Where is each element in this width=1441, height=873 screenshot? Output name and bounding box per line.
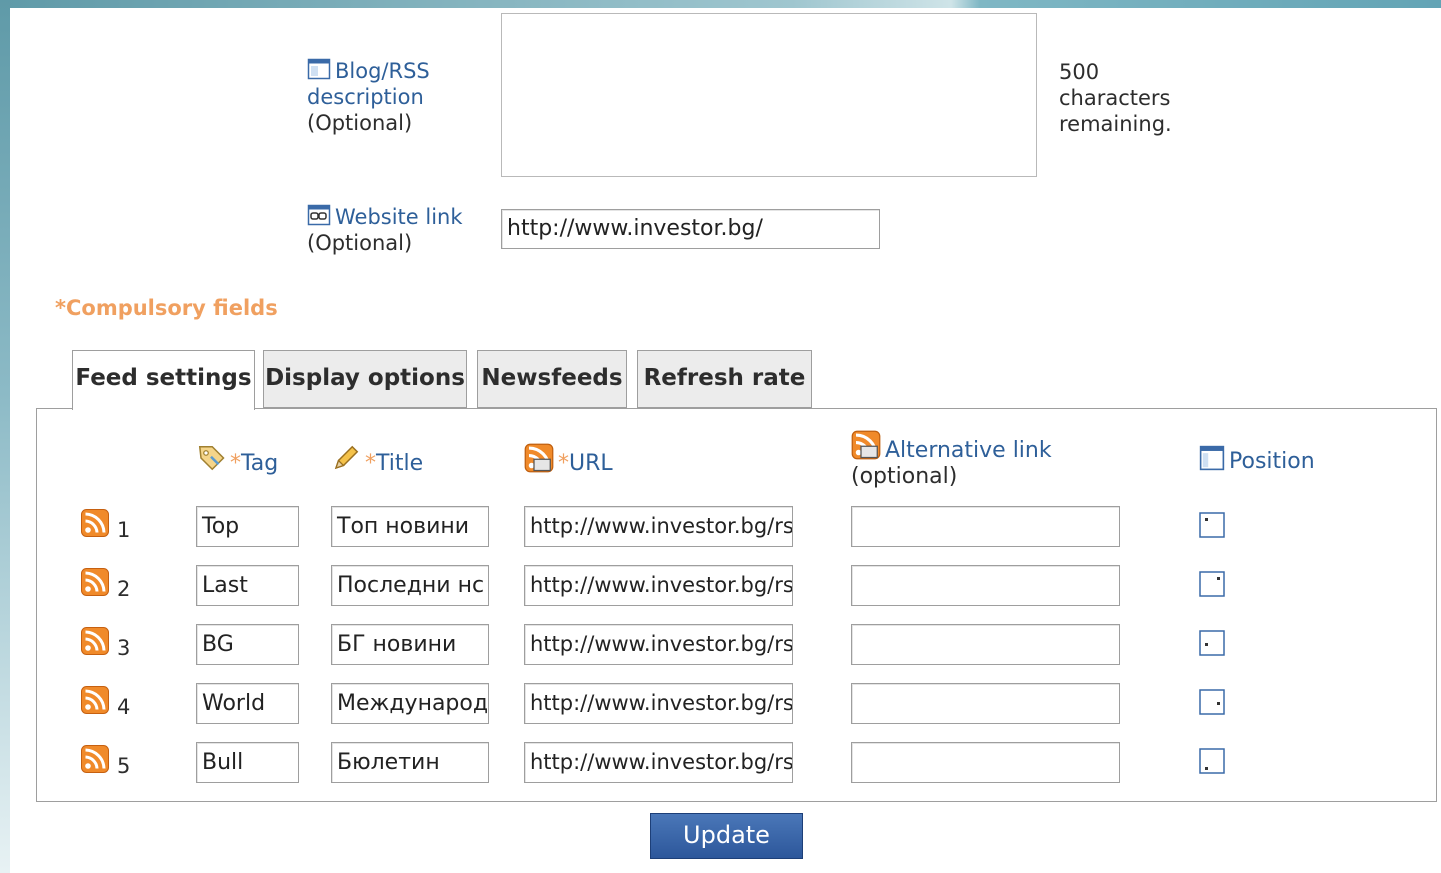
position-selector-icon[interactable]	[1199, 512, 1225, 538]
alternative-link-input[interactable]	[851, 565, 1120, 606]
row-number: 5	[117, 754, 131, 778]
url-input[interactable]: http://www.investor.bg/rs	[524, 506, 793, 547]
tab-display-options[interactable]: Display options	[263, 350, 467, 408]
link-window-icon	[307, 204, 331, 226]
website-link-input[interactable]: http://www.investor.bg/	[501, 209, 880, 249]
title-input[interactable]: Бюлетин	[331, 742, 489, 783]
title-input[interactable]: Международ	[331, 683, 489, 724]
rss-link-icon	[524, 443, 554, 473]
header-url: *URL	[524, 443, 613, 477]
pencil-icon	[334, 445, 359, 470]
tab-refresh-rate[interactable]: Refresh rate	[637, 350, 812, 408]
header-alt-label: Alternative link	[885, 438, 1052, 463]
header-alt-optional: (optional)	[851, 464, 958, 489]
header-title: *Title	[331, 443, 423, 477]
char-counter-text-2: remaining.	[1059, 112, 1172, 136]
char-counter: 500 characters remaining.	[1059, 59, 1172, 137]
top-decor-bar	[0, 0, 1441, 8]
row-number: 1	[117, 518, 131, 542]
title-asterisk: *	[365, 451, 376, 476]
title-input[interactable]: Последни нс	[331, 565, 489, 606]
tag-input[interactable]: World	[196, 683, 299, 724]
rss-feed-icon	[81, 686, 109, 714]
blog-description-textarea[interactable]	[501, 13, 1037, 177]
blog-description-label: Blog/RSS description (Optional)	[307, 57, 430, 136]
header-tag-label: Tag	[241, 451, 279, 476]
position-selector-icon[interactable]	[1199, 571, 1225, 597]
url-asterisk: *	[558, 451, 569, 476]
tag-input[interactable]: BG	[196, 624, 299, 665]
header-position: Position	[1199, 445, 1315, 475]
alternative-link-input[interactable]	[851, 506, 1120, 547]
url-input[interactable]: http://www.investor.bg/rs	[524, 742, 793, 783]
header-url-label: URL	[569, 451, 613, 476]
website-link-label: Website link (Optional)	[307, 203, 463, 256]
blog-description-title-2: description	[307, 85, 424, 109]
left-decor-bar	[0, 0, 10, 873]
title-input[interactable]: Топ новини	[331, 506, 489, 547]
char-counter-number: 500	[1059, 60, 1100, 84]
title-input[interactable]: БГ новини	[331, 624, 489, 665]
tag-input[interactable]: Last	[196, 565, 299, 606]
rss-feed-icon	[81, 627, 109, 655]
rss-feed-icon	[81, 509, 109, 537]
rss-link-icon	[851, 430, 881, 460]
alternative-link-input[interactable]	[851, 624, 1120, 665]
blog-description-optional: (Optional)	[307, 111, 413, 135]
row-number: 4	[117, 695, 131, 719]
tab-feed-settings[interactable]: Feed settings	[72, 350, 255, 410]
position-selector-icon[interactable]	[1199, 689, 1225, 715]
rss-feed-icon	[81, 745, 109, 773]
tag-asterisk: *	[230, 451, 241, 476]
layout-icon	[1199, 445, 1225, 471]
tag-icon	[198, 446, 225, 471]
position-selector-icon[interactable]	[1199, 748, 1225, 774]
tag-input[interactable]: Top	[196, 506, 299, 547]
position-selector-icon[interactable]	[1199, 630, 1225, 656]
header-position-label: Position	[1229, 449, 1315, 474]
window-icon	[307, 58, 331, 80]
url-input[interactable]: http://www.investor.bg/rs	[524, 683, 793, 724]
website-link-optional: (Optional)	[307, 231, 413, 255]
header-tag: *Tag	[196, 443, 278, 477]
url-input[interactable]: http://www.investor.bg/rs	[524, 565, 793, 606]
tab-newsfeeds[interactable]: Newsfeeds	[477, 350, 627, 408]
char-counter-text-1: characters	[1059, 86, 1171, 110]
rss-feed-icon	[81, 568, 109, 596]
tag-input[interactable]: Bull	[196, 742, 299, 783]
website-link-title: Website link	[335, 205, 463, 229]
update-button[interactable]: Update	[650, 813, 803, 859]
row-number: 3	[117, 636, 131, 660]
url-input[interactable]: http://www.investor.bg/rs	[524, 624, 793, 665]
blog-description-title-1: Blog/RSS	[335, 59, 430, 83]
compulsory-fields-note: *Compulsory fields	[55, 296, 278, 320]
header-title-label: Title	[376, 451, 424, 476]
row-number: 2	[117, 577, 131, 601]
header-alternative-link: Alternative link (optional)	[851, 430, 1052, 490]
alternative-link-input[interactable]	[851, 683, 1120, 724]
alternative-link-input[interactable]	[851, 742, 1120, 783]
